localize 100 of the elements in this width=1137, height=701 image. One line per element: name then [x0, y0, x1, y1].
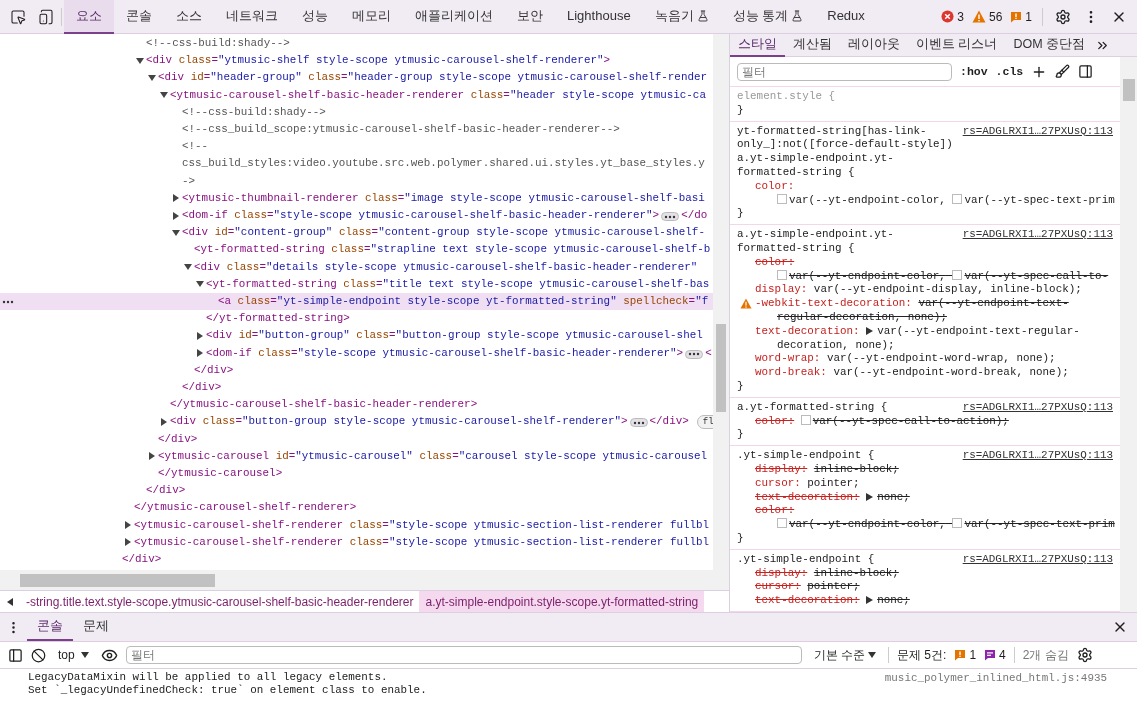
issue-count-button[interactable]: 1: [954, 646, 977, 664]
css-declaration[interactable]: cursor: pointer;: [737, 580, 1113, 595]
class-button[interactable]: .cls: [995, 62, 1024, 81]
dom-tree-row[interactable]: <div id="header-group" class="header-group style-scope ytmusic-carousel-shelf-render: [0, 69, 713, 87]
settings-icon[interactable]: [1055, 8, 1071, 25]
count-button[interactable]: 56: [967, 7, 1007, 26]
dom-tree-row[interactable]: </div>: [0, 361, 713, 380]
sidebar-tab[interactable]: 스타일: [730, 33, 785, 57]
dom-tree-row[interactable]: <a class="yt-simple-endpoint style-scope yt-formatted-string" spellcheck="f: [0, 293, 713, 311]
triangle-right-icon[interactable]: [124, 538, 132, 547]
panel-tab[interactable]: 성능 통계: [720, 0, 816, 34]
expand-button[interactable]: [685, 349, 704, 359]
css-declaration[interactable]: color: var(--yt-spec-call-to-action);: [737, 414, 1113, 429]
panel-tab[interactable]: Redux: [815, 0, 877, 34]
dom-tree-row[interactable]: <div class="details style-scope ytmusic-carousel-shelf-basic-header-renderer": [0, 258, 713, 276]
css-declaration[interactable]: text-decoration: none;: [737, 490, 1113, 505]
hover-state-button[interactable]: :hov: [960, 62, 988, 81]
scroll-left-icon[interactable]: [7, 597, 13, 606]
dom-tree-row[interactable]: <ytmusic-thumbnail-renderer class="image style-scope ytmusic-carousel-shelf-basi: [0, 189, 713, 208]
dom-tree-row[interactable]: </ytmusic-carousel-shelf-renderer>: [0, 499, 713, 517]
dom-tree-row[interactable]: <!-- css_build_styles:video.youtube.src.web.polymer.shared.ui.styles.yt_base_styles.y ->: [0, 138, 713, 190]
dom-tree-row[interactable]: <ytmusic-carousel id="ytmusic-carousel" class="carousel style-scope ytmusic-carousel: [0, 447, 713, 466]
dom-tree-row[interactable]: <yt-formatted-string class="title text style-scope ytmusic-carousel-shelf-bas: [0, 275, 713, 294]
css-declaration[interactable]: word-break: var(--yt-endpoint-word-break, none);: [737, 366, 1113, 380]
dom-tree-row[interactable]: </div>: [0, 482, 713, 500]
inspect-element-icon[interactable]: [10, 8, 26, 25]
dom-tree-row[interactable]: <ytmusic-carousel-shelf-renderer class="style-scope ytmusic-section-list-renderer fullbl: [0, 533, 713, 552]
triangle-right-icon[interactable]: [148, 452, 156, 461]
triangle-right-icon[interactable]: [866, 326, 874, 335]
expand-button[interactable]: [661, 212, 680, 222]
vertical-scrollbar[interactable]: [713, 34, 729, 570]
css-declaration[interactable]: display: inline-block;: [737, 462, 1113, 477]
drawer-tab[interactable]: 콘솔: [27, 613, 73, 641]
source-link[interactable]: rs=ADGLRXI1…27PXUsQ:113: [962, 228, 1113, 242]
triangle-down-icon[interactable]: [136, 56, 144, 65]
color-swatch[interactable]: [952, 193, 963, 204]
color-swatch[interactable]: [777, 193, 787, 204]
toggle-sidebar-icon[interactable]: [1078, 64, 1094, 79]
triangle-down-icon[interactable]: [196, 280, 204, 289]
dom-tree-row[interactable]: <dom-if class="style-scope ytmusic-carousel-shelf-basic-header-renderer"> <: [0, 344, 713, 362]
triangle-right-icon[interactable]: [160, 417, 168, 426]
dom-tree-row[interactable]: <div class="ytmusic-shelf style-scope ytmusic-carousel-shelf-renderer">: [0, 52, 713, 70]
vertical-scrollbar[interactable]: [1120, 57, 1137, 612]
color-swatch[interactable]: [800, 414, 811, 425]
css-declaration[interactable]: text-decoration: var(--yt-endpoint-text-regular-decoration, none);: [737, 324, 1113, 353]
triangle-right-icon[interactable]: [172, 211, 180, 220]
drawer-tab[interactable]: 문제: [73, 613, 119, 641]
context-dropdown[interactable]: top: [54, 646, 93, 664]
panel-tab[interactable]: 콘솔: [114, 0, 164, 34]
color-swatch[interactable]: [952, 269, 963, 280]
dom-tree-row[interactable]: </div>: [0, 430, 713, 448]
dom-tree-row[interactable]: <ytmusic-carousel-shelf-basic-header-renderer class="header style-scope ytmusic-ca: [0, 86, 713, 104]
dom-tree-row[interactable]: </div>: [0, 379, 713, 397]
css-declaration[interactable]: cursor: pointer;: [737, 476, 1113, 491]
layout-badge[interactable]: fl: [696, 415, 713, 430]
dom-tree-row[interactable]: </yt-formatted-string>: [0, 310, 713, 328]
dom-tree-row[interactable]: <ytmusic-carousel-shelf-renderer class="style-scope ytmusic-section-list-renderer fullbl: [0, 516, 713, 534]
panel-tab[interactable]: 성능: [290, 0, 340, 34]
color-swatch[interactable]: [777, 518, 787, 529]
triangle-right-icon[interactable]: [866, 492, 874, 501]
filter-input[interactable]: 필터: [125, 646, 802, 664]
panel-tab[interactable]: 메모리: [340, 0, 403, 34]
css-declaration[interactable]: display: inline-block;: [737, 566, 1113, 581]
panel-tab[interactable]: 네트워크: [214, 0, 290, 34]
dom-tree-row[interactable]: <!--css-build:shady-->: [0, 103, 713, 121]
count-button[interactable]: 1: [1006, 7, 1036, 26]
css-declaration[interactable]: -webkit-text-decoration: var(--yt-endpoint-text-regular-decoration, none);: [737, 297, 1113, 325]
filter-input[interactable]: 필터: [737, 62, 952, 81]
css-declaration[interactable]: color: var(--yt-endpoint-color, var(--yt-spec-text-prim: [737, 504, 1113, 532]
triangle-down-icon[interactable]: [148, 73, 156, 82]
breadcrumb-item[interactable]: a.yt-simple-endpoint.style-scope.yt-formatted-string: [419, 591, 705, 612]
device-toolbar-icon[interactable]: [38, 8, 54, 25]
panel-tab[interactable]: 요소: [64, 0, 114, 34]
log-level-dropdown[interactable]: 기본 수준: [809, 646, 881, 664]
dom-tree-row[interactable]: <div id="content-group" class="content-group style-scope ytmusic-carousel-shelf-: [0, 224, 713, 242]
source-link[interactable]: rs=ADGLRXI1…27PXUsQ:113: [962, 552, 1113, 567]
issue-count-button[interactable]: 4: [984, 646, 1006, 664]
css-declaration[interactable]: color: var(--yt-endpoint-color, var(--yt-spec-text-prim: [737, 179, 1113, 208]
color-swatch[interactable]: [777, 269, 787, 280]
horizontal-scrollbar[interactable]: [0, 570, 729, 590]
css-declaration[interactable]: text-decoration: none;: [737, 594, 1113, 608]
dom-tree-row[interactable]: <dom-if class="style-scope ytmusic-carousel-shelf-basic-header-renderer"> </do: [0, 207, 713, 225]
color-swatch[interactable]: [952, 518, 963, 529]
triangle-down-icon[interactable]: [160, 91, 168, 100]
settings-icon[interactable]: [1076, 647, 1093, 663]
dom-tree-row[interactable]: <!--css-build:shady-->: [0, 35, 713, 53]
clear-console-icon[interactable]: [31, 647, 46, 663]
sidebar-tab[interactable]: DOM 중단점: [1005, 33, 1094, 57]
css-declaration[interactable]: display: var(--yt-endpoint-display, inline-block);: [737, 283, 1113, 298]
source-link[interactable]: music_polymer_inlined_html.js:4935: [884, 671, 1107, 697]
dom-tree-row[interactable]: </ytmusic-carousel-shelf-basic-header-renderer>: [0, 396, 713, 414]
triangle-right-icon[interactable]: [196, 331, 204, 340]
panel-tab[interactable]: 애플리케이션: [403, 0, 505, 34]
sidebar-tab[interactable]: 레이아웃: [840, 33, 908, 57]
count-button[interactable]: 3: [937, 7, 968, 26]
triangle-right-icon[interactable]: [866, 596, 874, 605]
sidebar-tab[interactable]: 이벤트 리스너: [908, 33, 1006, 57]
source-link[interactable]: rs=ADGLRXI1…27PXUsQ:113: [962, 449, 1113, 463]
sidebar-toggle-icon[interactable]: [8, 647, 23, 663]
panel-tab[interactable]: 보안: [505, 0, 555, 34]
